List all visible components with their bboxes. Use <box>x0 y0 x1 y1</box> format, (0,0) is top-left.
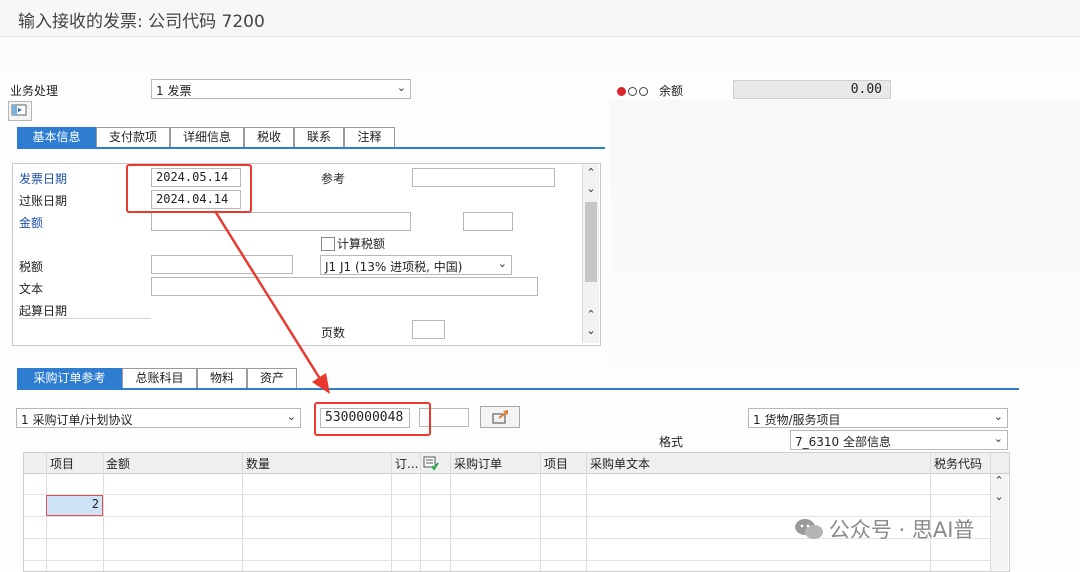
watermark: 公众号 · 思AI普 <box>793 514 974 544</box>
watermark-text: 公众号 · 思AI普 <box>828 518 975 542</box>
wechat-icon <box>795 519 823 539</box>
annotation-arrow <box>213 210 330 394</box>
